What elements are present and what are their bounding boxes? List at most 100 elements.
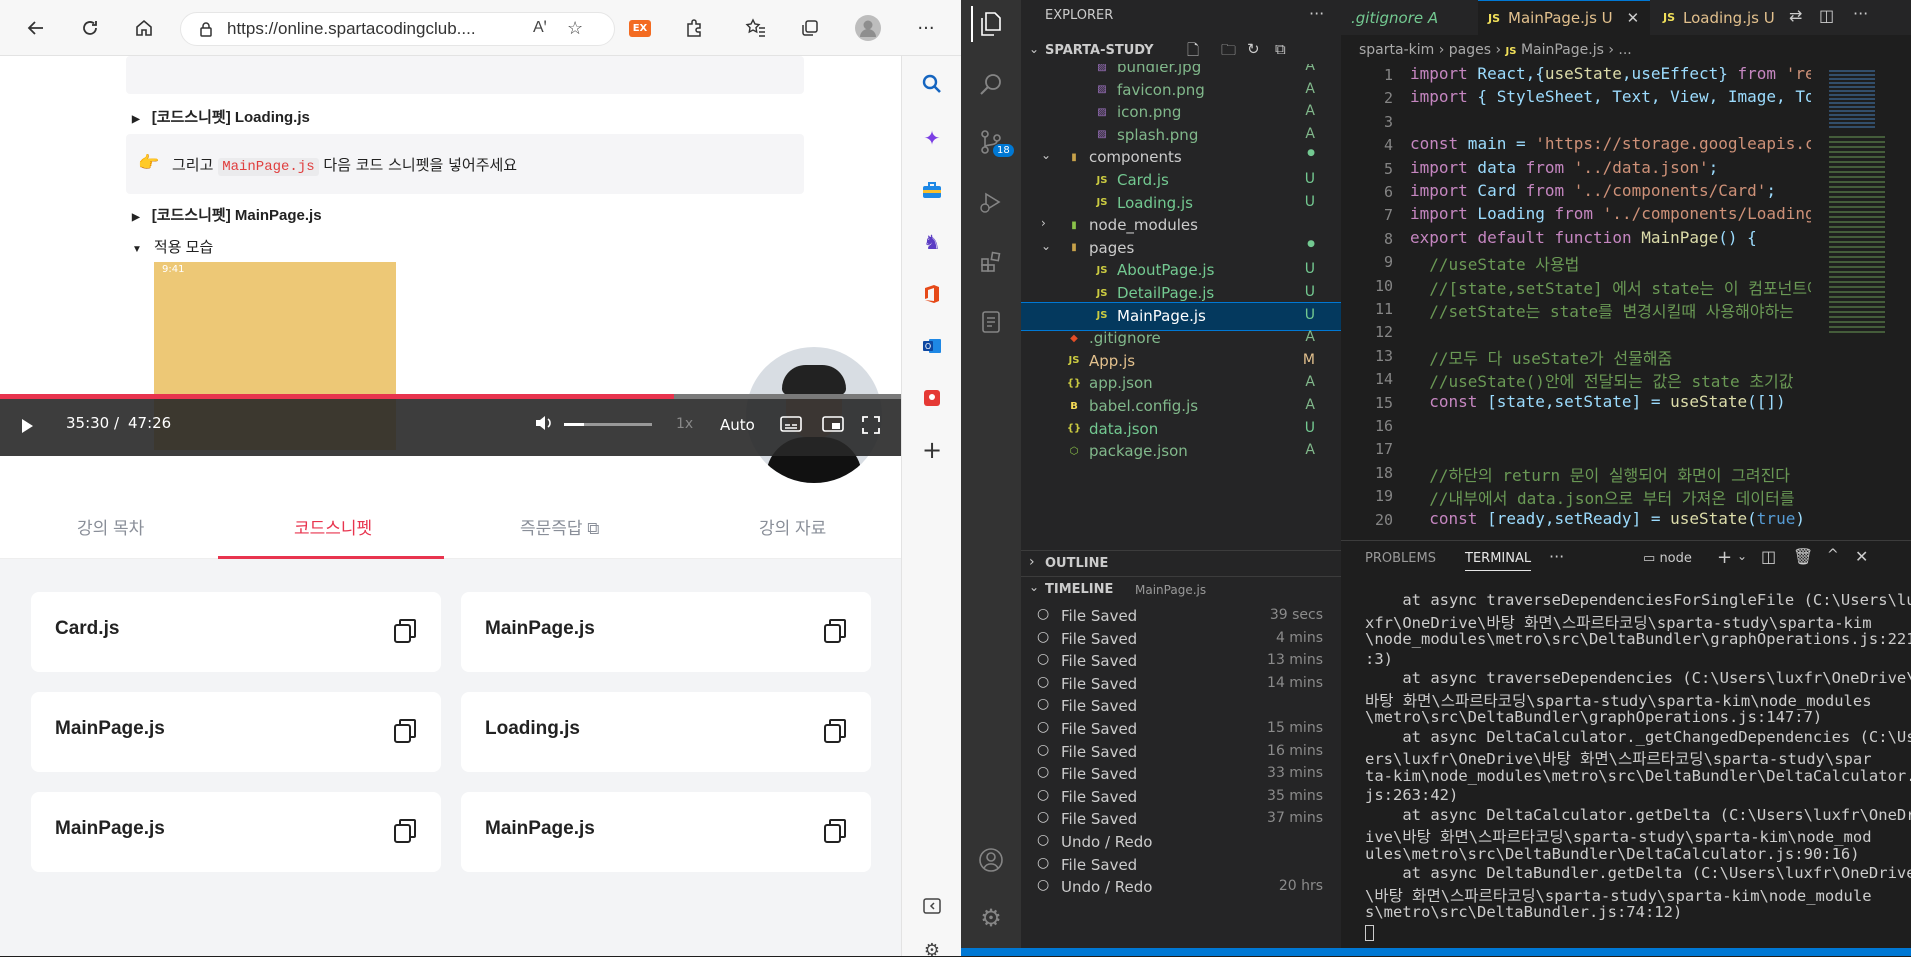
play-icon[interactable] [20,418,34,438]
file-name: MainPage.js [1117,306,1206,325]
settings-icon[interactable]: ⚙ [916,934,948,957]
chess-icon[interactable]: ♞ [916,226,948,258]
quality-button[interactable]: Auto [720,416,755,434]
timeline-label: File Saved [1061,629,1138,648]
tab-code-snippets[interactable]: 코드스니펫 [294,514,372,539]
copy-icon[interactable] [393,618,417,644]
copy-icon[interactable] [823,818,847,844]
favorites-icon[interactable] [740,12,772,44]
git-status-badge: U [1304,171,1315,187]
chevron-down-icon[interactable]: ⌄ [1737,549,1747,563]
line-number: 3 [1383,112,1393,131]
tab-table-of-contents[interactable]: 강의 목차 [77,514,144,539]
briefcase-icon[interactable] [916,174,948,206]
extensions-icon[interactable] [678,12,710,44]
snippet-card[interactable]: MainPage.js [461,592,871,672]
subtitles-icon[interactable] [780,416,802,436]
copy-icon[interactable] [823,718,847,744]
account-icon[interactable] [973,842,1009,878]
split-terminal-icon[interactable]: ◫ [1761,547,1776,566]
more-actions-icon[interactable]: ··· [1309,4,1324,23]
office-icon[interactable] [916,278,948,310]
refresh-icon[interactable]: ↻ [1247,40,1260,58]
add-icon[interactable]: + [916,434,948,466]
snippet-card[interactable]: Loading.js [461,692,871,772]
read-aloud-icon[interactable]: Aꞌ [533,19,547,37]
app-icon[interactable] [916,382,948,414]
tab-instant-qa[interactable]: 즉문즉답 ⧉ [520,514,599,539]
git-status-badge: ● [1307,238,1315,249]
line-number: 16 [1374,417,1393,435]
remote-explorer-icon[interactable] [973,304,1009,340]
external-link-icon: ⧉ [587,519,600,538]
profile-icon[interactable] [852,12,884,44]
snippet-card[interactable]: MainPage.js [31,692,441,772]
collapse-all-icon[interactable]: ⧉ [1275,40,1286,58]
terminal-output[interactable]: at async traverseDependenciesForSingleFi… [1341,589,1911,957]
sparkle-icon[interactable]: ✦ [916,122,948,154]
extension-ex-icon[interactable]: EX [624,12,656,44]
line-number: 1 [1383,66,1393,84]
speed-button[interactable]: 1x [676,416,693,432]
back-arrow-icon[interactable] [20,12,52,44]
source-control-icon[interactable]: 18 [973,124,1014,160]
tab-mainpage[interactable]: JS MainPage.js U ✕ [1478,0,1650,35]
new-terminal-icon[interactable]: + [1717,547,1732,568]
close-icon[interactable]: ✕ [1627,9,1640,27]
volume-slider[interactable] [564,423,652,426]
fullscreen-icon[interactable] [862,416,880,438]
outlook-icon[interactable]: O [916,330,948,362]
outline-section[interactable]: › OUTLINE [1021,550,1341,576]
snippet-card[interactable]: MainPage.js [461,792,871,872]
snippet-card[interactable]: MainPage.js [31,792,441,872]
callout-prev [126,56,804,94]
project-header[interactable]: ⌄ SPARTA-STUDY 🗋 🗀 ↻ ⧉ [1021,40,1341,64]
timeline-item[interactable]: ○ Undo / Redo 20 hrs [1021,877,1341,904]
image-file-icon: ▨ [1097,129,1107,141]
new-file-icon[interactable]: 🗋 [1187,40,1199,65]
volume-icon[interactable] [534,414,554,436]
split-editor-icon[interactable]: ◫ [1819,6,1834,25]
code-editor[interactable]: 1 import React,{useState,useEffect} from … [1341,66,1811,540]
pip-icon[interactable] [822,416,844,436]
toggle-result-preview[interactable]: ▼ 적용 모습 [132,236,213,257]
js-file-icon: JS [1096,264,1108,276]
git-status-badge: A [1305,374,1315,391]
search-icon[interactable] [916,68,948,100]
refresh-icon[interactable] [74,12,106,44]
copy-icon[interactable] [393,718,417,744]
more-actions-icon[interactable]: ··· [1549,547,1564,566]
close-panel-icon[interactable]: ✕ [1855,547,1868,566]
trash-icon[interactable]: 🗑 [1793,547,1813,566]
copy-icon[interactable] [393,818,417,844]
collections-icon[interactable] [794,12,826,44]
copy-icon[interactable] [823,618,847,644]
timeline-section-header[interactable]: ⌄ TIMELINE MainPage.js [1021,576,1341,602]
more-actions-icon[interactable]: ··· [1853,4,1868,23]
search-icon[interactable] [973,66,1009,102]
tab-terminal[interactable]: TERMINAL [1465,551,1532,571]
more-icon[interactable]: ··· [910,12,942,44]
tab-materials[interactable]: 강의 자료 [759,514,826,539]
favorite-add-icon[interactable]: ☆ [567,18,583,39]
sidebar-collapse-icon[interactable] [916,890,948,922]
terminal-selector[interactable]: ▭ node [1643,551,1692,566]
explorer-icon[interactable] [971,6,1007,42]
maximize-panel-icon[interactable]: ^ [1827,547,1839,563]
manage-gear-icon[interactable]: ⚙ [973,900,1009,936]
new-folder-icon[interactable]: 🗀 [1221,40,1236,65]
snippet-card[interactable]: Card.js [31,592,441,672]
home-icon[interactable] [128,12,160,44]
tab-loading[interactable]: JS Loading.js U [1653,0,1793,35]
compare-changes-icon[interactable]: ⇄ [1789,6,1802,25]
extensions-icon[interactable] [973,244,1009,280]
address-bar[interactable]: https://online.spartacodingclub.... Aꞌ ☆ [180,12,615,46]
video-progress-track[interactable] [0,394,901,399]
minimap[interactable] [1825,66,1895,396]
tab-problems[interactable]: PROBLEMS [1365,551,1436,566]
file-tree-item[interactable]: ⬡ package.json A [1021,438,1341,465]
run-debug-icon[interactable] [973,184,1009,220]
tab-gitignore[interactable]: .gitignore A [1341,0,1471,35]
toggle-mainpage-snippet[interactable]: ▶ [코드스니펫] MainPage.js [132,204,322,225]
toggle-loading-snippet[interactable]: ▶ [코드스니펫] Loading.js [132,106,310,127]
